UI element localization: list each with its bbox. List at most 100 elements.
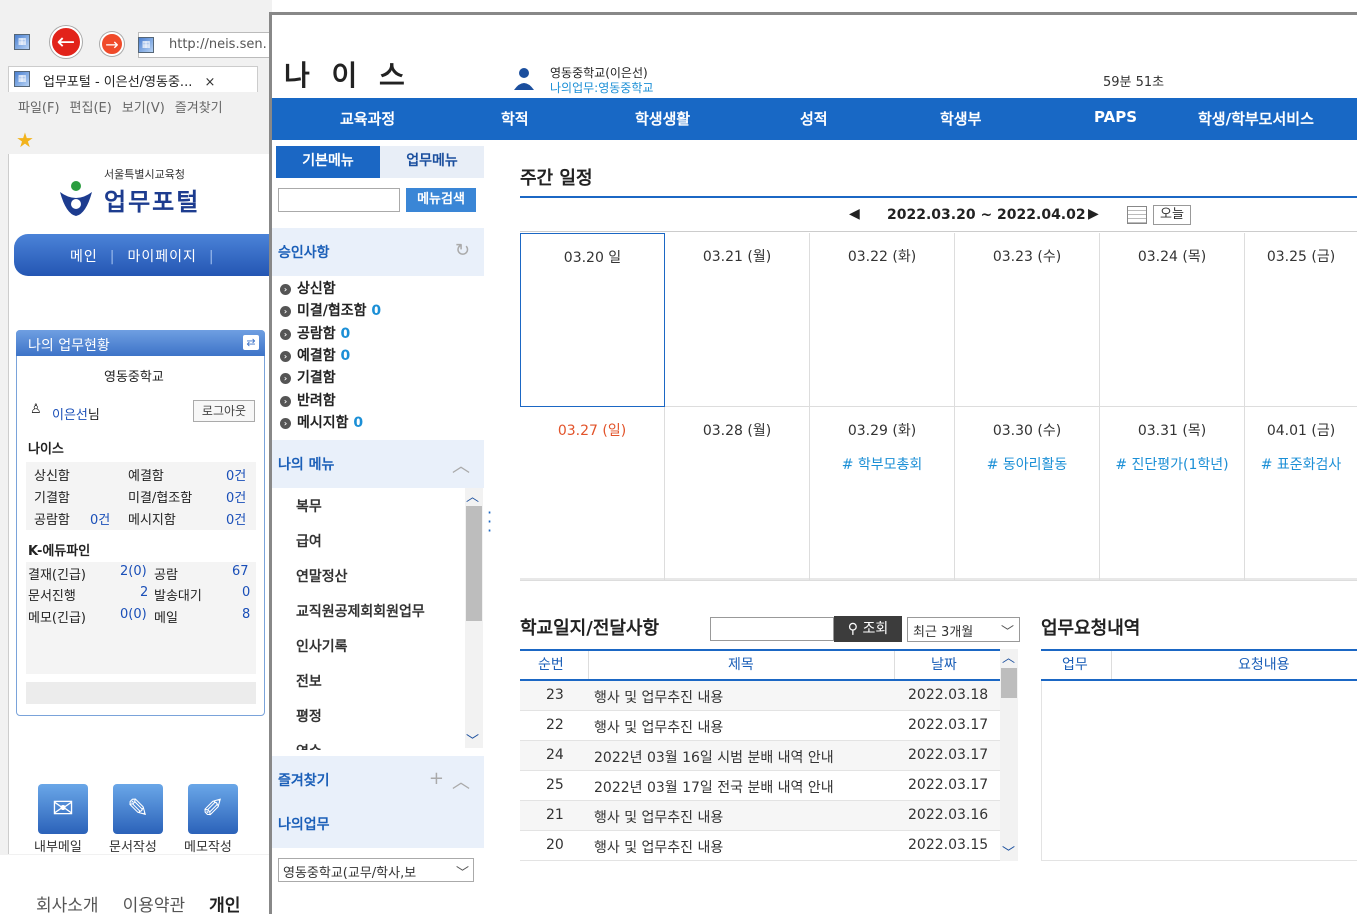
scroll-up-icon[interactable]: ︿ bbox=[1002, 647, 1015, 666]
portal-nav-main[interactable]: 메인 bbox=[70, 249, 98, 265]
collapse-icon[interactable]: ︿ bbox=[452, 452, 470, 478]
day-cell[interactable]: 03.24 (목) bbox=[1100, 233, 1245, 407]
period-select[interactable]: 최근 3개월 ﹀ bbox=[907, 617, 1020, 642]
stat-label[interactable]: 메시지함 bbox=[128, 509, 176, 528]
add-favorite-icon[interactable]: + bbox=[429, 768, 444, 789]
address-bar[interactable]: http://neis.sen. bbox=[138, 32, 272, 58]
my-menu-item[interactable]: 연수 bbox=[296, 741, 322, 750]
notice-search-input[interactable] bbox=[710, 617, 834, 641]
my-menu-item[interactable]: 복무 bbox=[296, 496, 322, 516]
schedule-event[interactable]: # 진단평가(1학년) bbox=[1100, 454, 1244, 474]
favorites-star-icon[interactable]: ★ bbox=[16, 128, 34, 152]
menu-favorites[interactable]: 즐겨찾기 bbox=[175, 101, 223, 116]
approval-item[interactable]: › 상신함 bbox=[280, 278, 336, 298]
table-row[interactable]: 23 행사 및 업무추진 내용 2022.03.18 bbox=[520, 681, 1000, 711]
stat-label[interactable]: 공람함 bbox=[34, 509, 70, 528]
widget-user-name[interactable]: 이은선 bbox=[52, 408, 88, 423]
my-menu-item[interactable]: 인사기록 bbox=[296, 636, 348, 656]
nav-student-life[interactable]: 학생생활 bbox=[635, 108, 690, 129]
day-cell[interactable]: 03.21 (월) bbox=[665, 233, 810, 407]
menu-search-input[interactable] bbox=[278, 188, 400, 212]
mail-icon[interactable]: ✉ bbox=[38, 784, 88, 834]
refresh-icon[interactable]: ⇄ bbox=[243, 335, 259, 350]
next-week-icon[interactable]: ▶ bbox=[1088, 206, 1099, 222]
stat-label[interactable]: 공람 bbox=[154, 564, 178, 583]
approval-item[interactable]: › 공람함 0 bbox=[280, 323, 350, 343]
nav-grades[interactable]: 성적 bbox=[800, 108, 828, 129]
internal-mail-label[interactable]: 내부메일 bbox=[34, 836, 82, 855]
favorites-section[interactable]: 즐겨찾기 + ︿ bbox=[272, 756, 484, 804]
prev-week-icon[interactable]: ◀ bbox=[849, 206, 860, 222]
approval-item[interactable]: › 기결함 bbox=[280, 367, 336, 387]
tab-work-menu[interactable]: 업무메뉴 bbox=[380, 146, 484, 178]
stat-label[interactable]: 상신함 bbox=[34, 465, 70, 484]
scroll-down-icon[interactable]: ﹀ bbox=[466, 730, 479, 749]
tab-basic-menu[interactable]: 기본메뉴 bbox=[276, 146, 380, 178]
table-row[interactable]: 20 행사 및 업무추진 내용 2022.03.15 bbox=[520, 831, 1000, 861]
today-button[interactable]: 오늘 bbox=[1153, 205, 1191, 225]
table-row[interactable]: 24 2022년 03월 16일 시범 분배 내역 안내 2022.03.17 bbox=[520, 741, 1000, 771]
approval-item[interactable]: › 미결/협조함 0 bbox=[280, 300, 381, 320]
calendar-icon[interactable] bbox=[1127, 206, 1147, 224]
day-cell[interactable]: 03.31 (목) # 진단평가(1학년) bbox=[1100, 407, 1245, 581]
stat-label[interactable]: 결재(긴급) bbox=[28, 564, 86, 583]
footer-privacy[interactable]: 개인 bbox=[209, 896, 240, 916]
my-menu-item[interactable]: 급여 bbox=[296, 531, 322, 551]
logout-button[interactable]: 로그아웃 bbox=[193, 400, 255, 422]
table-row[interactable]: 21 행사 및 업무추진 내용 2022.03.16 bbox=[520, 801, 1000, 831]
schedule-event[interactable]: # 학부모총회 bbox=[810, 454, 954, 474]
stat-label[interactable]: 예결함 bbox=[128, 465, 164, 484]
browser-tab[interactable]: 업무포털 - 이은선/영동중... × bbox=[8, 66, 258, 92]
neis-brand[interactable]: 나 이 스 bbox=[284, 54, 411, 94]
notice-scroll-thumb[interactable] bbox=[1001, 668, 1017, 698]
my-menu-item[interactable]: 평정 bbox=[296, 706, 322, 726]
my-work-section[interactable]: 나의업무 bbox=[272, 800, 484, 848]
footer-terms[interactable]: 이용약관 bbox=[123, 896, 186, 916]
document-icon[interactable]: ✎ bbox=[113, 784, 163, 834]
day-cell[interactable]: 03.20 일 bbox=[520, 233, 665, 407]
day-cell[interactable]: 03.25 (금) bbox=[1245, 233, 1357, 407]
day-cell[interactable]: 04.01 (금) # 표준화검사 bbox=[1245, 407, 1357, 581]
day-cell[interactable]: 03.29 (화) # 학부모총회 bbox=[810, 407, 955, 581]
scroll-up-icon[interactable]: ︿ bbox=[466, 486, 479, 505]
nav-student-record[interactable]: 학생부 bbox=[940, 108, 981, 129]
menu-edit[interactable]: 편집(E) bbox=[70, 101, 112, 116]
footer-company[interactable]: 회사소개 bbox=[36, 896, 99, 916]
nav-paps[interactable]: PAPS bbox=[1094, 108, 1137, 126]
my-work-link[interactable]: 나의업무:영동중학교 bbox=[550, 79, 653, 96]
menu-file[interactable]: 파일(F) bbox=[18, 101, 60, 116]
stat-label[interactable]: 기결함 bbox=[34, 487, 70, 506]
stat-label[interactable]: 발송대기 bbox=[154, 585, 202, 604]
approval-item[interactable]: › 반려함 bbox=[280, 390, 336, 410]
approval-item[interactable]: › 예결함 0 bbox=[280, 345, 350, 365]
work-school-select[interactable]: 영동중학교(교무/학사,보 ﹀ bbox=[278, 858, 474, 882]
approval-section[interactable]: 승인사항 ↻ bbox=[272, 228, 484, 276]
my-menu-item[interactable]: 교직원공제회회원업무 bbox=[296, 601, 425, 621]
stat-label[interactable]: 메일 bbox=[154, 607, 178, 626]
schedule-event[interactable]: # 동아리활동 bbox=[955, 454, 1099, 474]
schedule-event[interactable]: # 표준화검사 bbox=[1245, 454, 1357, 474]
refresh-icon[interactable]: ↻ bbox=[455, 240, 470, 261]
memo-icon[interactable]: ✐ bbox=[188, 784, 238, 834]
my-menu-item[interactable]: 전보 bbox=[296, 671, 322, 691]
notice-search-button[interactable]: ⚲ 조회 bbox=[834, 616, 902, 642]
menu-search-button[interactable]: 메뉴검색 bbox=[406, 188, 476, 212]
nav-curriculum[interactable]: 교육과정 bbox=[340, 108, 395, 129]
day-cell[interactable]: 03.23 (수) bbox=[955, 233, 1100, 407]
panel-splitter-icon[interactable]: · · · bbox=[487, 505, 493, 539]
nav-academic[interactable]: 학적 bbox=[501, 108, 529, 129]
day-cell[interactable]: 03.27 (일) bbox=[520, 407, 665, 581]
day-cell[interactable]: 03.28 (월) bbox=[665, 407, 810, 581]
stat-label[interactable]: 미결/협조함 bbox=[128, 487, 192, 506]
write-memo-label[interactable]: 메모작성 bbox=[184, 836, 232, 855]
back-icon[interactable]: ← bbox=[50, 26, 82, 58]
day-cell[interactable]: 03.22 (화) bbox=[810, 233, 955, 407]
stat-label[interactable]: 메모(긴급) bbox=[28, 607, 86, 626]
stat-label[interactable]: 문서진행 bbox=[28, 585, 76, 604]
scroll-down-icon[interactable]: ﹀ bbox=[1002, 842, 1015, 861]
menu-view[interactable]: 보기(V) bbox=[122, 101, 165, 116]
table-row[interactable]: 22 행사 및 업무추진 내용 2022.03.17 bbox=[520, 711, 1000, 741]
tab-close-icon[interactable]: × bbox=[204, 75, 215, 90]
my-menu-item[interactable]: 연말정산 bbox=[296, 566, 348, 586]
write-doc-label[interactable]: 문서작성 bbox=[109, 836, 157, 855]
